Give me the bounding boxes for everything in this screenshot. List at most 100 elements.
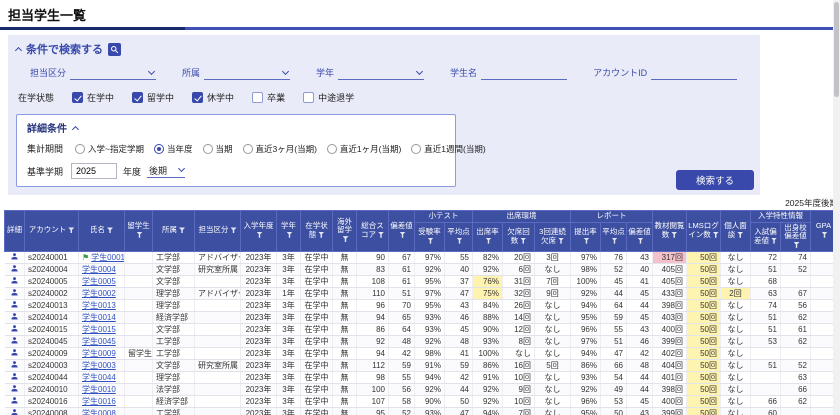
col-hs-dev[interactable]: 出身校偏差値 bbox=[781, 222, 811, 251]
filter-icon[interactable] bbox=[231, 227, 237, 233]
filter-icon[interactable] bbox=[486, 238, 492, 244]
base-term-select[interactable]: 後期 bbox=[147, 164, 185, 178]
filter-icon[interactable] bbox=[107, 227, 113, 233]
col-abroad[interactable]: 海外留学 bbox=[333, 211, 357, 252]
student-name-link[interactable]: 学生0016 bbox=[82, 397, 116, 406]
filter-icon[interactable] bbox=[68, 227, 74, 233]
status-checkbox[interactable]: 中途退学 bbox=[303, 91, 354, 104]
scrollbar-thumb[interactable] bbox=[834, 2, 839, 97]
filter-icon[interactable] bbox=[378, 232, 384, 238]
search-field-input[interactable] bbox=[204, 67, 290, 80]
student-name-link[interactable]: 学生0010 bbox=[82, 385, 116, 394]
col-score[interactable]: 総合スコア bbox=[357, 211, 389, 252]
student-name-link[interactable]: 学生0003 bbox=[82, 361, 116, 370]
filter-icon[interactable] bbox=[558, 238, 564, 244]
student-name-link[interactable]: 学生0005 bbox=[82, 277, 116, 286]
col-quiz-rate[interactable]: 受験率 bbox=[415, 222, 445, 251]
col-intl[interactable]: 留学生 bbox=[125, 211, 153, 252]
filter-icon[interactable] bbox=[638, 238, 644, 244]
student-name-link[interactable]: 学生0004 bbox=[82, 265, 116, 274]
student-detail-icon[interactable] bbox=[10, 360, 19, 369]
student-detail-icon[interactable] bbox=[10, 408, 19, 415]
student-name-link[interactable]: 学生0008 bbox=[82, 409, 116, 415]
student-detail-icon[interactable] bbox=[10, 288, 19, 297]
filter-icon[interactable] bbox=[400, 232, 406, 238]
search-button[interactable]: 検索する bbox=[676, 170, 754, 190]
filter-icon[interactable] bbox=[713, 232, 719, 238]
student-detail-icon[interactable] bbox=[10, 396, 19, 405]
search-field-input[interactable] bbox=[651, 67, 737, 80]
period-radio[interactable]: 入学~指定学期 bbox=[75, 143, 144, 155]
period-radio[interactable]: 当年度 bbox=[154, 143, 193, 155]
col-interview[interactable]: 個人面談 bbox=[721, 211, 751, 252]
filter-icon[interactable] bbox=[612, 238, 618, 244]
student-detail-icon[interactable] bbox=[10, 384, 19, 393]
status-checkbox[interactable]: 休学中 bbox=[192, 91, 234, 104]
col-rep-avg[interactable]: 平均点 bbox=[601, 222, 627, 251]
filter-icon[interactable] bbox=[671, 232, 677, 238]
status-checkbox[interactable]: 留学中 bbox=[132, 91, 174, 104]
filter-icon[interactable] bbox=[520, 238, 526, 244]
col-lms[interactable]: LMSログイン数 bbox=[687, 211, 721, 252]
student-detail-icon[interactable] bbox=[10, 252, 19, 261]
filter-icon[interactable] bbox=[257, 232, 263, 238]
col-quiz-avg[interactable]: 平均点 bbox=[445, 222, 473, 251]
student-detail-icon[interactable] bbox=[10, 264, 19, 273]
col-admission[interactable]: 入学年度 bbox=[241, 211, 277, 252]
student-detail-icon[interactable] bbox=[10, 312, 19, 321]
student-name-link[interactable]: 学生0009 bbox=[82, 349, 116, 358]
filter-icon[interactable] bbox=[428, 238, 434, 244]
filter-icon[interactable] bbox=[737, 232, 743, 238]
col-att-rate[interactable]: 出席率 bbox=[473, 222, 503, 251]
filter-icon[interactable] bbox=[584, 238, 590, 244]
student-name-link[interactable]: 学生0044 bbox=[82, 373, 116, 382]
filter-icon[interactable] bbox=[287, 232, 293, 238]
col-grade[interactable]: 学年 bbox=[277, 211, 301, 252]
student-detail-icon[interactable] bbox=[10, 336, 19, 345]
col-name[interactable]: 氏名 bbox=[79, 211, 125, 252]
period-radio[interactable]: 直近1ヶ月(当期) bbox=[327, 143, 401, 155]
student-name-link[interactable]: 学生0015 bbox=[82, 325, 116, 334]
filter-icon[interactable] bbox=[318, 232, 324, 238]
filter-icon[interactable] bbox=[179, 227, 185, 233]
col-adm-dev[interactable]: 入試偏差値 bbox=[751, 222, 781, 251]
student-name-link[interactable]: 学生0045 bbox=[82, 337, 116, 346]
student-name-link[interactable]: 学生0002 bbox=[82, 289, 116, 298]
col-status[interactable]: 在学状態 bbox=[301, 211, 333, 252]
col-att-streak[interactable]: 3回連続欠席 bbox=[535, 222, 571, 251]
filter-icon[interactable] bbox=[137, 232, 143, 238]
col-rep-dev[interactable]: 偏差値 bbox=[627, 222, 653, 251]
student-detail-icon[interactable] bbox=[10, 324, 19, 333]
detail-conditions-toggle[interactable]: 詳細条件 bbox=[27, 120, 445, 135]
student-name-link[interactable]: 学生0014 bbox=[82, 313, 116, 322]
col-att-absent[interactable]: 欠席回数 bbox=[503, 222, 535, 251]
student-name-link[interactable]: 学生0013 bbox=[82, 301, 116, 310]
student-detail-icon[interactable] bbox=[10, 372, 19, 381]
search-conditions-toggle[interactable]: 条件で検索する bbox=[16, 41, 752, 57]
period-radio[interactable]: 直近3ヶ月(当期) bbox=[243, 143, 317, 155]
base-year-input[interactable] bbox=[71, 163, 117, 179]
period-radio[interactable]: 当期 bbox=[203, 143, 233, 155]
col-material[interactable]: 教材閲覧数 bbox=[653, 211, 687, 252]
status-checkbox[interactable]: 卒業 bbox=[252, 91, 285, 104]
col-dev[interactable]: 偏差値 bbox=[389, 211, 415, 252]
col-role[interactable]: 担当区分 bbox=[195, 211, 241, 252]
vertical-scrollbar[interactable] bbox=[833, 0, 840, 415]
col-dept[interactable]: 所属 bbox=[153, 211, 195, 252]
search-field-input[interactable] bbox=[338, 67, 424, 80]
filter-icon[interactable] bbox=[343, 236, 349, 242]
filter-icon[interactable] bbox=[457, 238, 463, 244]
student-name-link[interactable]: 学生0001 bbox=[91, 253, 124, 262]
col-rep-rate[interactable]: 提出率 bbox=[571, 222, 601, 251]
filter-icon[interactable] bbox=[794, 242, 800, 248]
col-account[interactable]: アカウント bbox=[25, 211, 79, 252]
student-detail-icon[interactable] bbox=[10, 348, 19, 357]
search-field-input[interactable] bbox=[481, 67, 567, 80]
student-detail-icon[interactable] bbox=[10, 276, 19, 285]
status-checkbox[interactable]: 在学中 bbox=[72, 91, 114, 104]
period-radio[interactable]: 直近1週間(当期) bbox=[411, 143, 485, 155]
search-field-input[interactable] bbox=[70, 67, 156, 80]
filter-icon[interactable] bbox=[822, 232, 828, 238]
filter-icon[interactable] bbox=[771, 238, 777, 244]
student-detail-icon[interactable] bbox=[10, 300, 19, 309]
